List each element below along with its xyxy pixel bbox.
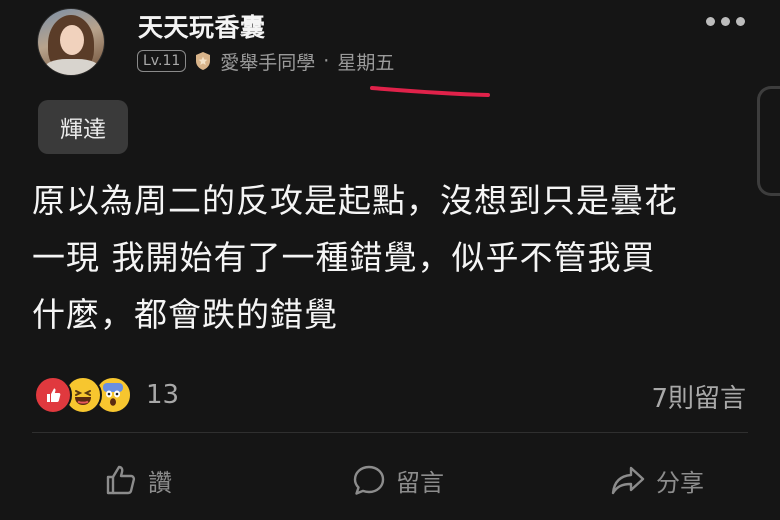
avatar-shirt <box>44 59 100 75</box>
like-button[interactable]: 讚 <box>104 456 172 504</box>
post-line: 原以為周二的反攻是起點，沒想到只是曇花 <box>32 181 678 220</box>
like-label: 讚 <box>148 468 172 497</box>
comment-bubble-icon <box>353 465 385 495</box>
more-options-icon[interactable] <box>706 14 746 28</box>
post-line: 一現 我開始有了一種錯覺，似乎不管我買 <box>32 238 656 277</box>
topic-tag[interactable]: 輝達 <box>38 100 128 154</box>
post-time: 星期五 <box>337 51 395 74</box>
dot-icon <box>721 16 730 26</box>
post-card: 天天玩香囊 Lv.11 愛舉手同學 · 星期五 輝達 原以為周二的反攻是起點，沒… <box>0 0 780 520</box>
avatar-face <box>60 25 84 55</box>
dot-icon <box>706 16 715 26</box>
action-bar: 讚 留言 分享 <box>0 456 780 504</box>
divider <box>32 432 748 433</box>
meta-separator: · <box>323 50 330 72</box>
post-line: 什麼，都會跌的錯覺 <box>32 295 338 334</box>
author-avatar[interactable] <box>38 9 104 75</box>
post-body: 原以為周二的反攻是起點，沒想到只是曇花 一現 我開始有了一種錯覺，似乎不管我買 … <box>32 172 762 343</box>
share-label: 分享 <box>656 468 704 497</box>
share-button[interactable]: 分享 <box>610 456 704 504</box>
post-meta: Lv.11 愛舉手同學 · 星期五 <box>137 47 394 75</box>
shield-icon <box>196 52 211 70</box>
comment-label: 留言 <box>396 468 444 497</box>
dot-icon <box>736 16 745 26</box>
reaction-count: 13 <box>146 380 180 410</box>
author-name[interactable]: 天天玩香囊 <box>138 8 266 44</box>
red-underline-annotation <box>370 86 490 97</box>
board-name[interactable]: 愛舉手同學 <box>220 48 315 75</box>
share-arrow-icon <box>611 466 645 495</box>
level-badge: Lv.11 <box>137 50 187 72</box>
like-icon <box>34 376 72 414</box>
comment-button[interactable]: 留言 <box>352 456 444 504</box>
comment-count[interactable]: 7則留言 <box>651 378 746 415</box>
thumbs-up-icon <box>106 465 136 495</box>
reaction-summary[interactable]: 13 <box>34 376 179 414</box>
